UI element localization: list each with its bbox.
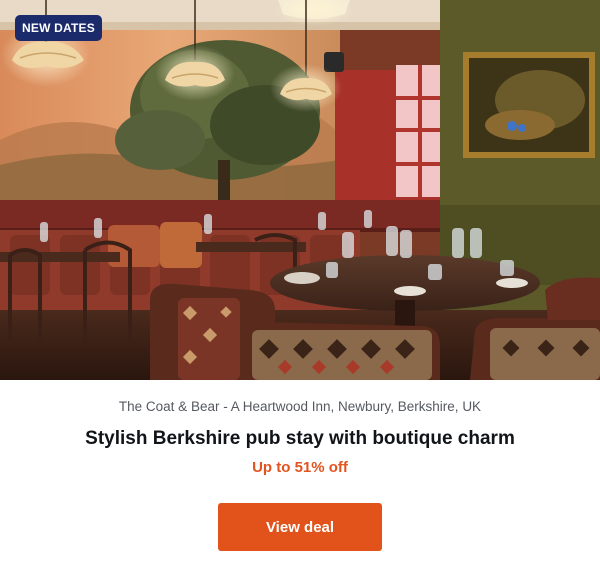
new-dates-badge: NEW DATES: [15, 15, 102, 41]
deal-title[interactable]: Stylish Berkshire pub stay with boutique…: [0, 428, 600, 450]
deal-discount: Up to 51% off: [252, 459, 348, 476]
hero-image[interactable]: [0, 0, 600, 380]
view-deal-button[interactable]: View deal: [218, 503, 382, 551]
deal-card[interactable]: NEW DATES The Coat & Bear - A Heartwood …: [0, 0, 600, 575]
deal-location: The Coat & Bear - A Heartwood Inn, Newbu…: [118, 399, 482, 414]
